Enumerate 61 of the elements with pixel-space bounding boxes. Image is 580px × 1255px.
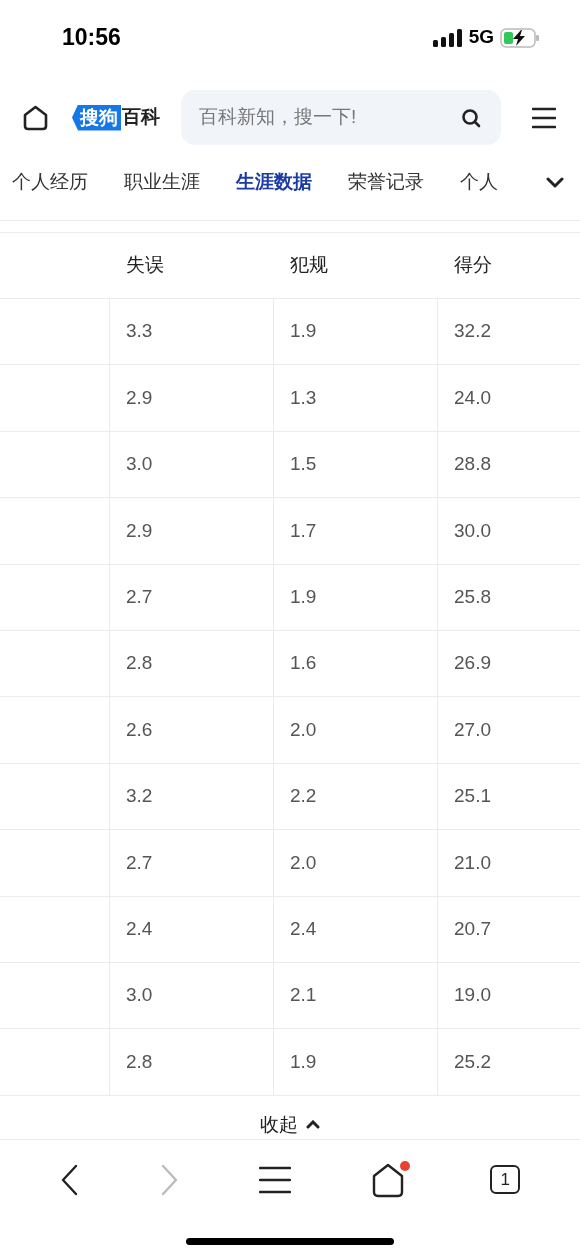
table-cell: 2.7: [110, 564, 274, 631]
status-time: 10:56: [62, 23, 121, 53]
table-cell: 3.2: [110, 763, 274, 831]
table-cell: 1.3: [274, 365, 438, 432]
table-cell: 1.9: [274, 564, 438, 631]
home-icon[interactable]: [370, 1160, 411, 1199]
chevron-up-icon: [306, 1120, 320, 1130]
signal-icon: [432, 28, 463, 47]
home-icon[interactable]: [22, 104, 49, 131]
section-tab[interactable]: 个人: [460, 168, 498, 197]
table-cell: 2.4: [274, 896, 438, 963]
table-cell: 27.0: [438, 697, 580, 764]
search-icon[interactable]: [461, 107, 481, 128]
table-cell: 26.9: [438, 630, 580, 698]
table-cell: 2.2: [274, 763, 438, 831]
collapse-button[interactable]: 收起: [260, 1112, 320, 1139]
table-cell: 3.0: [110, 962, 274, 1030]
search-field[interactable]: 百科新知，搜一下!: [181, 90, 501, 145]
table-cell: 2.8: [110, 630, 274, 698]
column-header: 失误: [110, 233, 274, 299]
tab-count-button[interactable]: 1: [490, 1165, 521, 1195]
section-tab[interactable]: 荣誉记录: [348, 168, 424, 197]
table-cell: 2.9: [110, 365, 274, 432]
table-cell: 25.1: [438, 763, 580, 831]
table-cell: 2.0: [274, 697, 438, 764]
table-cell: 1.9: [274, 299, 438, 366]
battery-charging-icon: [500, 27, 540, 48]
table-cell: 2.9: [110, 498, 274, 565]
table-cell: 3.0: [110, 431, 274, 499]
chevron-down-icon[interactable]: [546, 176, 564, 189]
table-cell: 2.4: [110, 896, 274, 963]
table-cell: 24.0: [438, 365, 580, 432]
table-cell: 25.8: [438, 564, 580, 631]
table-cell: 28.8: [438, 431, 580, 499]
table-cell: 2.6: [110, 697, 274, 764]
network-label: 5G: [468, 25, 494, 50]
table-cell: 3.3: [110, 299, 274, 366]
table-cell: 32.2: [438, 299, 580, 366]
table-cell: 30.0: [438, 498, 580, 565]
section-tab[interactable]: 生涯数据: [236, 168, 312, 197]
table-cell: 2.8: [110, 1029, 274, 1096]
table-cell: 20.7: [438, 896, 580, 963]
table-cell: 1.5: [274, 431, 438, 499]
table-cell: 2.7: [110, 830, 274, 897]
table-cell: 1.6: [274, 630, 438, 698]
menu-icon[interactable]: [532, 106, 556, 129]
table-cell: 21.0: [438, 830, 580, 897]
logo-badge: 搜狗: [72, 104, 121, 131]
column-header: 犯规: [274, 233, 438, 299]
section-tab[interactable]: 职业生涯: [124, 168, 200, 197]
table-cell: 2.0: [274, 830, 438, 897]
table-cell: 25.2: [438, 1029, 580, 1096]
table-cell: 1.7: [274, 498, 438, 565]
menu-icon[interactable]: [259, 1165, 291, 1194]
table-cell: 2.1: [274, 962, 438, 1030]
table-cell: 1.9: [274, 1029, 438, 1096]
logo-text: 百科: [122, 105, 160, 130]
table-cell: 19.0: [438, 962, 580, 1030]
column-header: 得分: [438, 233, 580, 299]
section-tab[interactable]: 个人经历: [12, 168, 88, 197]
back-icon[interactable]: [59, 1163, 80, 1196]
